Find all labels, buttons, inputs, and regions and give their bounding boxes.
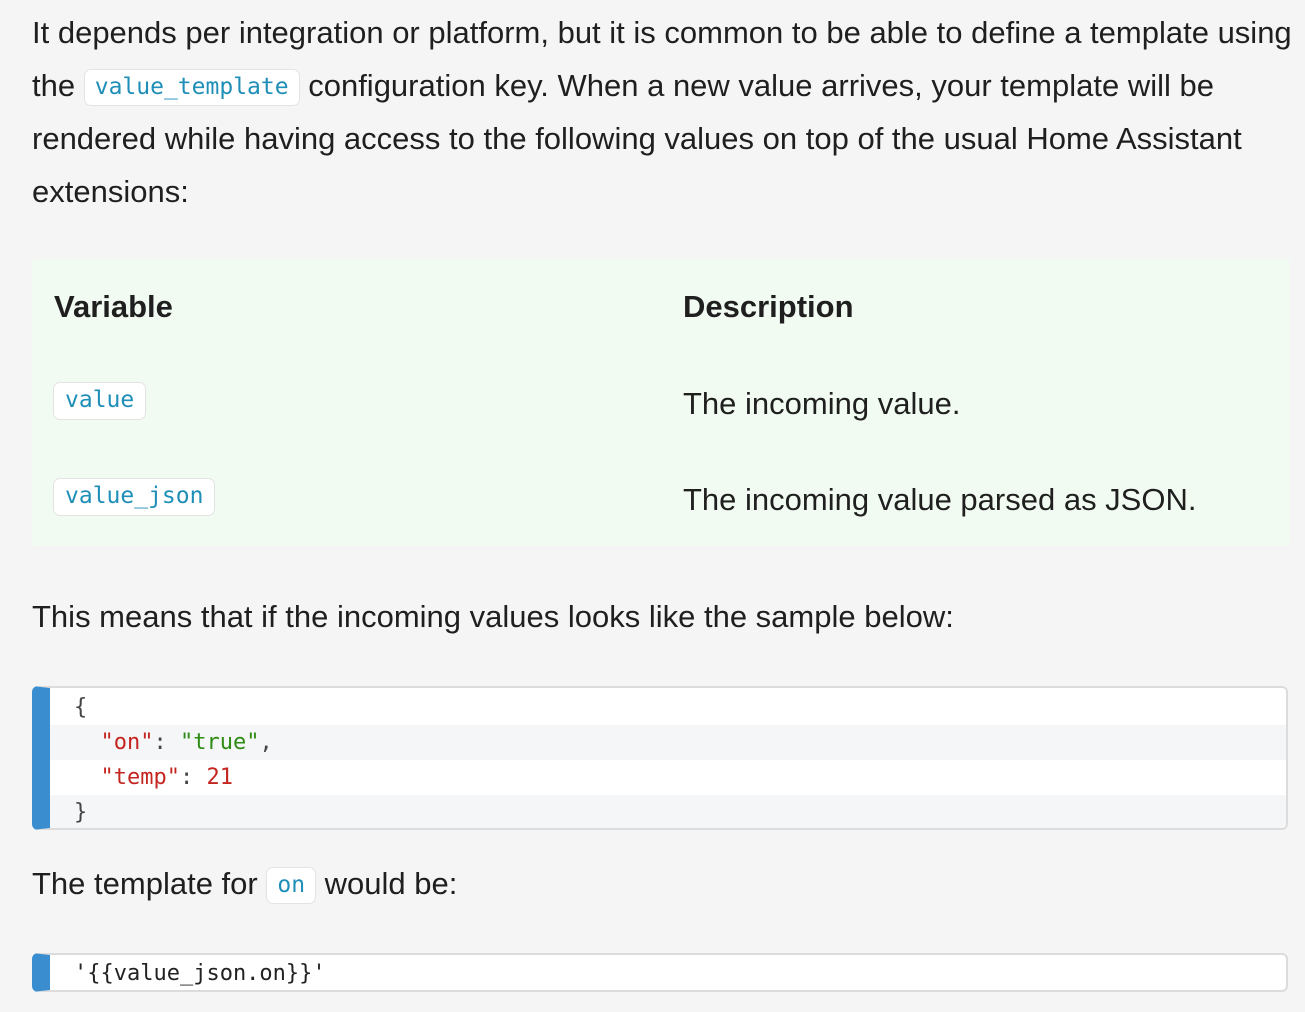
table-row-1-variable: value — [53, 382, 147, 420]
table-row-2-variable: value_json — [53, 478, 216, 516]
table-row-2-description: The incoming value parsed as JSON. — [683, 482, 1197, 517]
code-line-open-brace: { — [74, 695, 88, 720]
template-intro-paragraph: The template for on would be: — [32, 858, 457, 912]
code-line-on: "on": "true", — [50, 725, 1286, 760]
intro-paragraph: It depends per integration or platform, … — [32, 7, 1294, 218]
inline-code-value-json: value_json — [53, 478, 216, 516]
json-value-temp: 21 — [206, 765, 233, 790]
code-line-close-brace: } — [50, 795, 1286, 828]
inline-code-on: on — [266, 867, 317, 904]
code-line-temp: "temp": 21 — [100, 765, 233, 790]
table-row-1-description: The incoming value. — [683, 386, 961, 421]
code-line-template: '{{value_json.on}}' — [74, 961, 326, 986]
json-key-on: "on" — [100, 730, 154, 755]
sample-json-code-block[interactable]: { "on": "true", "temp": 21 } — [32, 686, 1288, 830]
sample-intro-paragraph: This means that if the incoming values l… — [32, 599, 954, 634]
json-key-temp: "temp" — [100, 765, 180, 790]
json-value-on: "true" — [179, 730, 260, 755]
inline-code-value-template: value_template — [83, 68, 300, 106]
inline-code-value: value — [53, 382, 147, 420]
template-intro-text-after: would be: — [316, 866, 458, 901]
template-intro-text-before: The template for — [32, 866, 267, 901]
table-header-description: Description — [683, 289, 854, 324]
table-header-variable: Variable — [54, 289, 173, 324]
template-code-block[interactable]: '{{value_json.on}}' — [32, 953, 1288, 992]
